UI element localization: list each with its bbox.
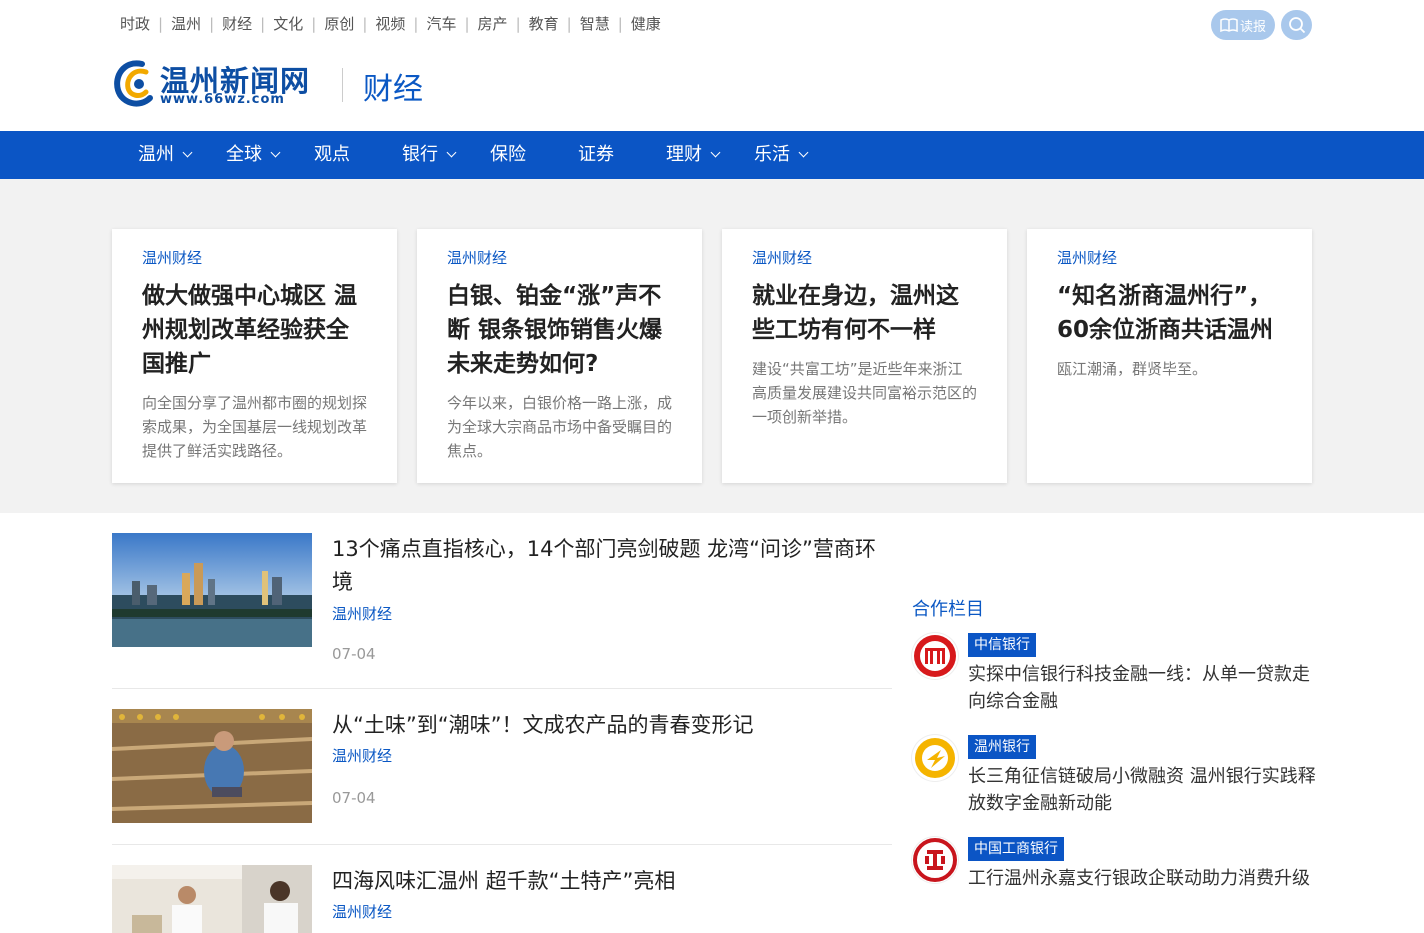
chevron-down-icon <box>182 147 193 158</box>
site-logo[interactable]: 温州新闻网 www.66wz.com <box>112 58 322 110</box>
card-title[interactable]: 做大做强中心城区 温州规划改革经验获全国推广 <box>142 279 367 381</box>
news-category[interactable]: 温州财经 <box>332 603 392 624</box>
channel-links: 时政 | 温州 | 财经 | 文化 | 原创 | 视频 | 汽车 | 房产 | 教育 | 智慧 | … <box>112 14 669 34</box>
list-divider <box>112 688 892 689</box>
wenzhou-bank-logo-icon <box>912 735 958 781</box>
nav-item-lehuo[interactable]: 乐活 <box>754 131 842 179</box>
read-newspaper-label: 读报 <box>1239 19 1266 35</box>
nav-item-label: 理财 <box>666 144 702 165</box>
partner-badge[interactable]: 中国工商银行 <box>968 837 1064 861</box>
card-title[interactable]: 就业在身边，温州这些工坊有何不一样 <box>752 279 977 347</box>
swirl-logo-icon <box>114 60 153 107</box>
channel-link-fangchan[interactable]: 房产 <box>470 14 516 34</box>
search-button[interactable] <box>1281 10 1312 40</box>
card-title[interactable]: 白银、铂金“涨”声不断 银条银饰销售火爆 未来走势如何? <box>447 279 672 381</box>
news-thumbnail-food-fair[interactable] <box>112 865 312 933</box>
news-title[interactable]: 四海风味汇温州 超千款“土特产”亮相 <box>332 865 892 898</box>
channel-link-shizheng[interactable]: 时政 <box>112 14 158 34</box>
partner-item[interactable]: 中信银行 实探中信银行科技金融一线：从单一贷款走向综合金融 <box>912 633 1312 713</box>
news-title[interactable]: 从“土味”到“潮味”！文成农产品的青春变形记 <box>332 709 892 742</box>
nav-item-label: 全球 <box>226 144 262 165</box>
partner-item[interactable]: 中国工商银行 工行温州永嘉支行银政企联动助力消费升级 <box>912 837 1312 897</box>
channel-link-wenhua[interactable]: 文化 <box>265 14 311 34</box>
search-icon <box>1288 17 1305 34</box>
news-thumbnail-city-skyline[interactable] <box>112 533 312 647</box>
channel-link-qiche[interactable]: 汽车 <box>418 14 464 34</box>
card-title[interactable]: “知名浙商温州行”，60余位浙商共话温州 <box>1057 279 1282 347</box>
featured-card[interactable]: 温州财经 “知名浙商温州行”，60余位浙商共话温州 瓯江潮涌，群贤毕至。 <box>1027 229 1312 483</box>
nav-item-label: 观点 <box>314 144 350 165</box>
news-list-item[interactable]: 四海风味汇温州 超千款“土特产”亮相 温州财经 <box>112 865 892 933</box>
partner-badge[interactable]: 中信银行 <box>968 633 1036 657</box>
nav-item-baoxian[interactable]: 保险 <box>490 131 578 179</box>
news-title[interactable]: 13个痛点直指核心，14个部门亮剑破题 龙湾“问诊”营商环境 <box>332 533 892 599</box>
channel-link-wenzhou[interactable]: 温州 <box>163 14 209 34</box>
news-date: 07-04 <box>332 789 376 807</box>
channel-link-caijing[interactable]: 财经 <box>214 14 260 34</box>
channel-link-jiaoyu[interactable]: 教育 <box>521 14 567 34</box>
partner-section-heading: 合作栏目 <box>912 599 984 620</box>
news-category[interactable]: 温州财经 <box>332 901 392 922</box>
news-category[interactable]: 温州财经 <box>332 745 392 766</box>
nav-item-label: 银行 <box>402 144 438 165</box>
featured-card[interactable]: 温州财经 就业在身边，温州这些工坊有何不一样 建设“共富工坊”是近些年来浙江高质… <box>722 229 1007 483</box>
icbc-logo-icon <box>912 837 958 883</box>
channel-link-zhihui[interactable]: 智慧 <box>572 14 618 34</box>
channel-link-yuanchuang[interactable]: 原创 <box>316 14 362 34</box>
section-title: 财经 <box>363 72 423 107</box>
nav-item-guandian[interactable]: 观点 <box>314 131 402 179</box>
card-description: 今年以来，白银价格一路上涨，成为全球大宗商品市场中备受瞩目的焦点。 <box>447 394 673 460</box>
nav-item-label: 乐活 <box>754 144 790 165</box>
main-nav: 温州 全球 观点 银行 保险 证券 理财 乐活 <box>0 131 1424 179</box>
logo-url: www.66wz.com <box>160 92 285 107</box>
card-description: 建设“共富工坊”是近些年来浙江高质量发展建设共同富裕示范区的一项创新举措。 <box>752 360 978 426</box>
nav-item-yinhang[interactable]: 银行 <box>402 131 490 179</box>
nav-item-licai[interactable]: 理财 <box>666 131 754 179</box>
news-list-item[interactable]: 13个痛点直指核心，14个部门亮剑破题 龙湾“问诊”营商环境 温州财经 07-0… <box>112 533 892 673</box>
card-category[interactable]: 温州财经 <box>447 247 672 269</box>
nav-item-zhengquan[interactable]: 证券 <box>578 131 666 179</box>
top-channel-bar: 时政 | 温州 | 财经 | 文化 | 原创 | 视频 | 汽车 | 房产 | 教育 | 智慧 | … <box>0 0 1424 50</box>
card-category[interactable]: 温州财经 <box>752 247 977 269</box>
chevron-down-icon <box>798 147 809 158</box>
citic-bank-logo-icon <box>912 633 958 679</box>
logo-divider <box>342 68 343 102</box>
nav-item-label: 温州 <box>138 144 174 165</box>
chevron-down-icon <box>710 147 721 158</box>
card-category[interactable]: 温州财经 <box>1057 247 1282 269</box>
channel-link-jiankang[interactable]: 健康 <box>623 14 669 34</box>
book-icon <box>1220 18 1238 32</box>
card-description: 瓯江潮涌，群贤毕至。 <box>1057 360 1208 378</box>
news-date: 07-04 <box>332 645 376 663</box>
chevron-down-icon <box>446 147 457 158</box>
channel-link-shipin[interactable]: 视频 <box>367 14 413 34</box>
featured-card[interactable]: 温州财经 做大做强中心城区 温州规划改革经验获全国推广 向全国分享了温州都市圈的… <box>112 229 397 483</box>
nav-item-quanqiu[interactable]: 全球 <box>226 131 314 179</box>
chevron-down-icon <box>270 147 281 158</box>
featured-card[interactable]: 温州财经 白银、铂金“涨”声不断 银条银饰销售火爆 未来走势如何? 今年以来，白… <box>417 229 702 483</box>
partner-title[interactable]: 工行温州永嘉支行银政企联动助力消费升级 <box>968 865 1318 892</box>
partner-badge[interactable]: 温州银行 <box>968 735 1036 759</box>
partner-title[interactable]: 长三角征信链破局小微融资 温州银行实践释放数字金融新动能 <box>968 763 1318 817</box>
list-divider <box>112 844 892 845</box>
partner-title[interactable]: 实探中信银行科技金融一线：从单一贷款走向综合金融 <box>968 661 1318 715</box>
nav-item-label: 保险 <box>490 144 526 165</box>
card-description: 向全国分享了温州都市圈的规划探索成果，为全国基层一线规划改革提供了鲜活实践路径。 <box>142 394 368 460</box>
featured-band: 温州财经 做大做强中心城区 温州规划改革经验获全国推广 向全国分享了温州都市圈的… <box>0 179 1424 513</box>
read-newspaper-button[interactable]: 读报 <box>1211 10 1275 40</box>
news-list-item[interactable]: 从“土味”到“潮味”！文成农产品的青春变形记 温州财经 07-04 <box>112 709 892 829</box>
partner-item[interactable]: 温州银行 长三角征信链破局小微融资 温州银行实践释放数字金融新动能 <box>912 735 1316 815</box>
news-thumbnail-farm-worker[interactable] <box>112 709 312 823</box>
card-category[interactable]: 温州财经 <box>142 247 367 269</box>
main-nav-items: 温州 全球 观点 银行 保险 证券 理财 乐活 <box>138 131 842 179</box>
nav-item-label: 证券 <box>578 144 614 165</box>
nav-item-wenzhou[interactable]: 温州 <box>138 131 226 179</box>
